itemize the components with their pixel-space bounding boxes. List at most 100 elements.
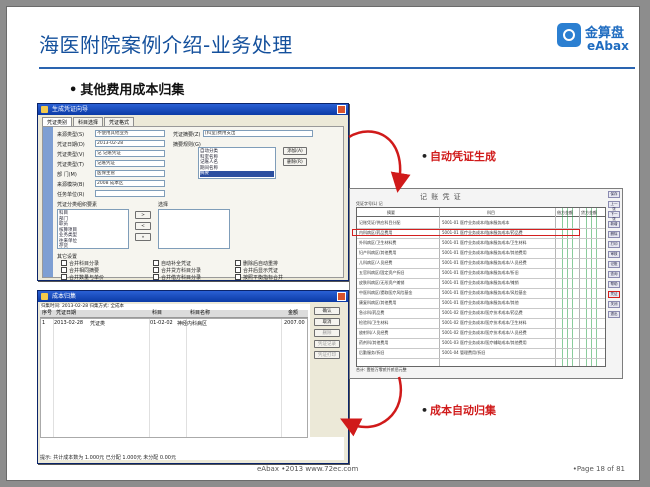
- source-module-select[interactable]: 2008 成本区: [95, 180, 165, 187]
- row-summary[interactable]: 妇产科病区/其他费用: [359, 250, 396, 256]
- selected-list[interactable]: [158, 209, 230, 249]
- col-account: 科目: [487, 210, 495, 215]
- window-icon: [41, 293, 48, 300]
- post-button[interactable]: 记账: [608, 261, 620, 268]
- voucher-title: 记 账 凭 证: [420, 193, 462, 201]
- add-button[interactable]: 添加(A): [283, 147, 307, 155]
- cost-grid[interactable]: [40, 318, 308, 438]
- list-item[interactable]: 摘要: [200, 171, 274, 177]
- col-credit: 贷方金额: [581, 210, 597, 215]
- row-account[interactable]: 5001-01 医疗业务成本/临床服务成本/摊销: [442, 280, 519, 286]
- col-account-name: 科目名称: [190, 310, 211, 316]
- cancel-button[interactable]: 取消: [314, 318, 340, 326]
- row-summary[interactable]: 检验科/卫生材料: [359, 320, 388, 326]
- row-summary[interactable]: 五官科病区/固定资产折旧: [359, 270, 404, 276]
- delete-button[interactable]: 删除: [314, 329, 340, 337]
- col-debit: 借方金额: [557, 210, 573, 215]
- row-summary[interactable]: 皮肤科病区/无形资产摊销: [359, 280, 404, 286]
- curved-arrow-icon: [348, 130, 411, 193]
- remove-button[interactable]: 删除(R): [283, 158, 307, 166]
- row-account[interactable]: 5001-02 医疗业务成本/医疗技术成本/卫生材料: [442, 320, 527, 326]
- row-summary[interactable]: 后勤服务/折旧: [359, 350, 384, 356]
- source-type-select[interactable]: 不使用其他业务: [95, 130, 165, 137]
- row-account[interactable]: 5001-01 医疗业务成本/临床服务成本/折旧: [442, 270, 519, 276]
- summary-rule-list[interactable]: 自动分类 科室名称 记账人名 期间名称 摘要: [198, 147, 276, 179]
- voucher-wizard-title: 生成凭证向导: [52, 106, 89, 113]
- row-divider: [357, 288, 605, 289]
- summary-rule-label: 摘要规则(G): [173, 142, 201, 148]
- auto-cost-note: 成本自动归集: [421, 402, 496, 418]
- department-label: 部 门(M): [57, 172, 77, 178]
- row-summary[interactable]: 康复科病区/其他费用: [359, 300, 396, 306]
- row-account[interactable]: 5001-02 医疗业务成本/医疗技术成本/药品费: [442, 310, 523, 316]
- option-checkbox[interactable]: 合并数量与单价: [61, 274, 104, 280]
- row-summary[interactable]: 药剂科/其他费用: [359, 340, 388, 346]
- confirm-button[interactable]: 确认: [314, 307, 340, 315]
- prev-button[interactable]: 上一张: [608, 201, 620, 211]
- option-checkbox[interactable]: 合并借方科目分录: [153, 274, 201, 280]
- next-button[interactable]: 下一张: [608, 211, 620, 221]
- voucher-date-field[interactable]: 2013-02-28: [95, 140, 165, 147]
- row-summary[interactable]: 急诊科/药品费: [359, 310, 384, 316]
- exit-button[interactable]: 退出: [608, 311, 620, 318]
- voucher-toolbar: 保存 上一张 下一张 新增 删除 打印 审核 记账 查询 帮助 凭证 关闭 退出: [608, 191, 622, 376]
- list-item[interactable]: 存货: [59, 244, 127, 248]
- row-account[interactable]: 5001-01 医疗业务成本/临床服务成本/其他费用: [442, 250, 527, 256]
- move-right-button[interactable]: >: [135, 211, 151, 219]
- department-select[interactable]: 医保主管: [95, 170, 165, 177]
- row-account[interactable]: 5001-01 医疗业务成本/临床服务成本/其他: [442, 300, 519, 306]
- option-checkbox[interactable]: 自动补全凭证: [153, 260, 191, 267]
- task-unit-select[interactable]: [95, 190, 165, 197]
- print-button[interactable]: 打印: [608, 241, 620, 248]
- option-checkbox[interactable]: 按照平衡指标合并: [235, 274, 283, 280]
- help-button[interactable]: 帮助: [608, 281, 620, 288]
- row-summary[interactable]: 放射科/人员经费: [359, 330, 388, 336]
- row-summary[interactable]: 中医科病区/提取医疗风险基金: [359, 290, 412, 296]
- voucher-view-window: 记 账 凭 证 凭证字号(L) 记 摘要 科目 借方金额 贷方金额 记账凭证/供…: [349, 188, 623, 379]
- row-account[interactable]: 5001-01 医疗业务成本/临床服务成本: [442, 220, 509, 226]
- close-icon[interactable]: [337, 292, 346, 301]
- delete-button[interactable]: 删除: [608, 231, 620, 238]
- query-button[interactable]: 查询: [608, 271, 620, 278]
- row-summary[interactable]: 儿科病区/人员经费: [359, 260, 392, 266]
- col-amount: 金额: [288, 310, 299, 316]
- row-divider: [357, 308, 605, 309]
- voucher-record-button[interactable]: 凭证记录: [314, 340, 340, 348]
- row-account[interactable]: 5001-04 管理费用/折旧: [442, 350, 485, 356]
- move-left-button[interactable]: <: [135, 222, 151, 230]
- page-number: •Page 18 of 81: [572, 465, 625, 473]
- option-checkbox[interactable]: 删除后自动重排: [235, 260, 278, 267]
- option-checkbox[interactable]: 合并科目分录: [61, 260, 99, 267]
- move-all-button[interactable]: »: [135, 233, 151, 241]
- row-account[interactable]: 5001-01 医疗业务成本/临床服务成本/人员经费: [442, 260, 527, 266]
- row-account[interactable]: 5001-03 医疗业务成本/医疗辅助成本/其他费用: [442, 340, 527, 346]
- col-no: 序号: [42, 310, 53, 316]
- element-list[interactable]: 科目 部门 职员 核算项目 业务类型 往来单位 存货 项目: [57, 209, 129, 249]
- row-divider: [357, 358, 605, 359]
- eabax-logo: 金算盘 eAbax: [555, 21, 637, 57]
- row-account[interactable]: 5001-01 医疗业务成本/临床服务成本/风险基金: [442, 290, 527, 296]
- voucher-button[interactable]: 凭证: [608, 291, 620, 298]
- summary-field[interactable]: [科室]费用支出: [203, 130, 313, 137]
- cost-collection-titlebar[interactable]: 成本归集: [38, 291, 348, 302]
- option-checkbox[interactable]: 合并贷方科目分录: [153, 267, 201, 274]
- row-divider: [357, 278, 605, 279]
- row-summary[interactable]: 外科病区/卫生材料费: [359, 240, 396, 246]
- voucher-type-select[interactable]: 记账凭证: [95, 160, 165, 167]
- option-checkbox[interactable]: 合并相同摘要: [61, 267, 99, 274]
- voucher-kind-select[interactable]: 记 记账凭证: [95, 150, 165, 157]
- close-button[interactable]: 关闭: [608, 301, 620, 308]
- row-account[interactable]: 5001-02 医疗业务成本/医疗技术成本/人员经费: [442, 330, 527, 336]
- cost-footer-status: 提示: 共计成本数为 1.000元 已分配 1.000元 未分配 0.00元: [40, 455, 176, 461]
- new-button[interactable]: 新增: [608, 221, 620, 228]
- save-button[interactable]: 保存: [608, 191, 620, 198]
- task-unit-label: 任务单位(R): [57, 192, 85, 198]
- row-account[interactable]: 5001-01 医疗业务成本/临床服务成本/卫生材料: [442, 240, 527, 246]
- voucher-print-button[interactable]: 凭证打印: [314, 351, 340, 359]
- close-icon[interactable]: [337, 105, 346, 114]
- option-checkbox[interactable]: 合并后显示凭证: [235, 267, 278, 274]
- audit-button[interactable]: 审核: [608, 251, 620, 258]
- voucher-wizard-titlebar[interactable]: 生成凭证向导: [38, 104, 348, 115]
- row-summary[interactable]: 记账凭证/供应科目分配: [359, 220, 400, 226]
- source-module-label: 来源模块(B): [57, 182, 85, 188]
